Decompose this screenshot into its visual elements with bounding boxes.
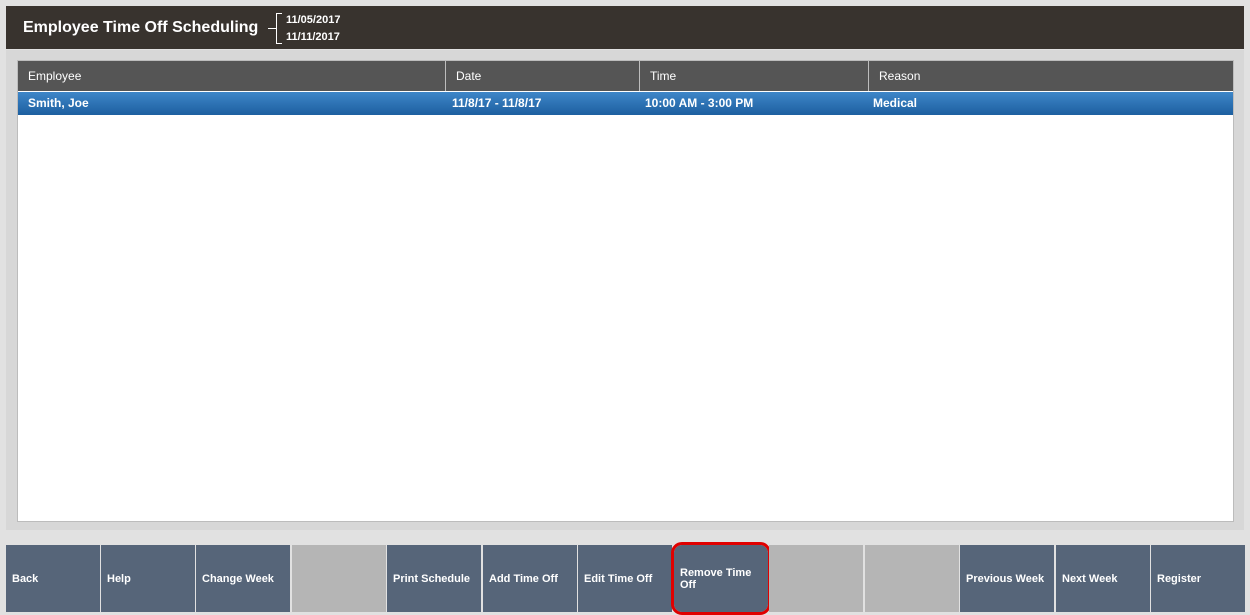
function-button-bar: Back Help Change Week Print Schedule Add… <box>0 540 1250 615</box>
help-button[interactable]: Help <box>101 545 195 612</box>
column-header-date[interactable]: Date <box>446 61 640 91</box>
empty-button-2 <box>769 545 863 612</box>
page-title: Employee Time Off Scheduling <box>23 19 259 36</box>
cell-date: 11/8/17 - 11/8/17 <box>452 96 542 110</box>
content-panel: Employee Date Time Reason Smith, Joe 11/… <box>6 50 1244 530</box>
print-schedule-button[interactable]: Print Schedule <box>387 545 481 612</box>
end-date: 11/11/2017 <box>286 31 340 43</box>
column-header-employee[interactable]: Employee <box>18 61 446 91</box>
change-week-button[interactable]: Change Week <box>196 545 290 612</box>
column-header-reason[interactable]: Reason <box>869 61 1235 91</box>
start-date: 11/05/2017 <box>286 14 341 26</box>
date-range: 11/05/2017 11/11/2017 <box>286 12 340 46</box>
column-header-time[interactable]: Time <box>640 61 869 91</box>
table-row[interactable]: Smith, Joe 11/8/17 - 11/8/17 10:00 AM - … <box>18 92 1233 115</box>
back-button[interactable]: Back <box>6 545 100 612</box>
remove-time-off-button[interactable]: Remove Time Off <box>671 542 771 615</box>
cell-employee: Smith, Joe <box>28 96 89 110</box>
date-range-bracket <box>268 13 286 44</box>
title-bar: Employee Time Off Scheduling 11/05/2017 … <box>6 6 1244 49</box>
add-time-off-button[interactable]: Add Time Off <box>483 545 577 612</box>
time-off-table: Employee Date Time Reason Smith, Joe 11/… <box>17 60 1234 522</box>
cell-time: 10:00 AM - 3:00 PM <box>645 96 754 110</box>
register-button[interactable]: Register <box>1151 545 1245 612</box>
table-header: Employee Date Time Reason <box>18 61 1233 91</box>
edit-time-off-button[interactable]: Edit Time Off <box>578 545 672 612</box>
cell-reason: Medical <box>873 96 918 110</box>
empty-button-3 <box>865 545 959 612</box>
next-week-button[interactable]: Next Week <box>1056 545 1150 612</box>
previous-week-button[interactable]: Previous Week <box>960 545 1054 612</box>
empty-button-1 <box>292 545 386 612</box>
